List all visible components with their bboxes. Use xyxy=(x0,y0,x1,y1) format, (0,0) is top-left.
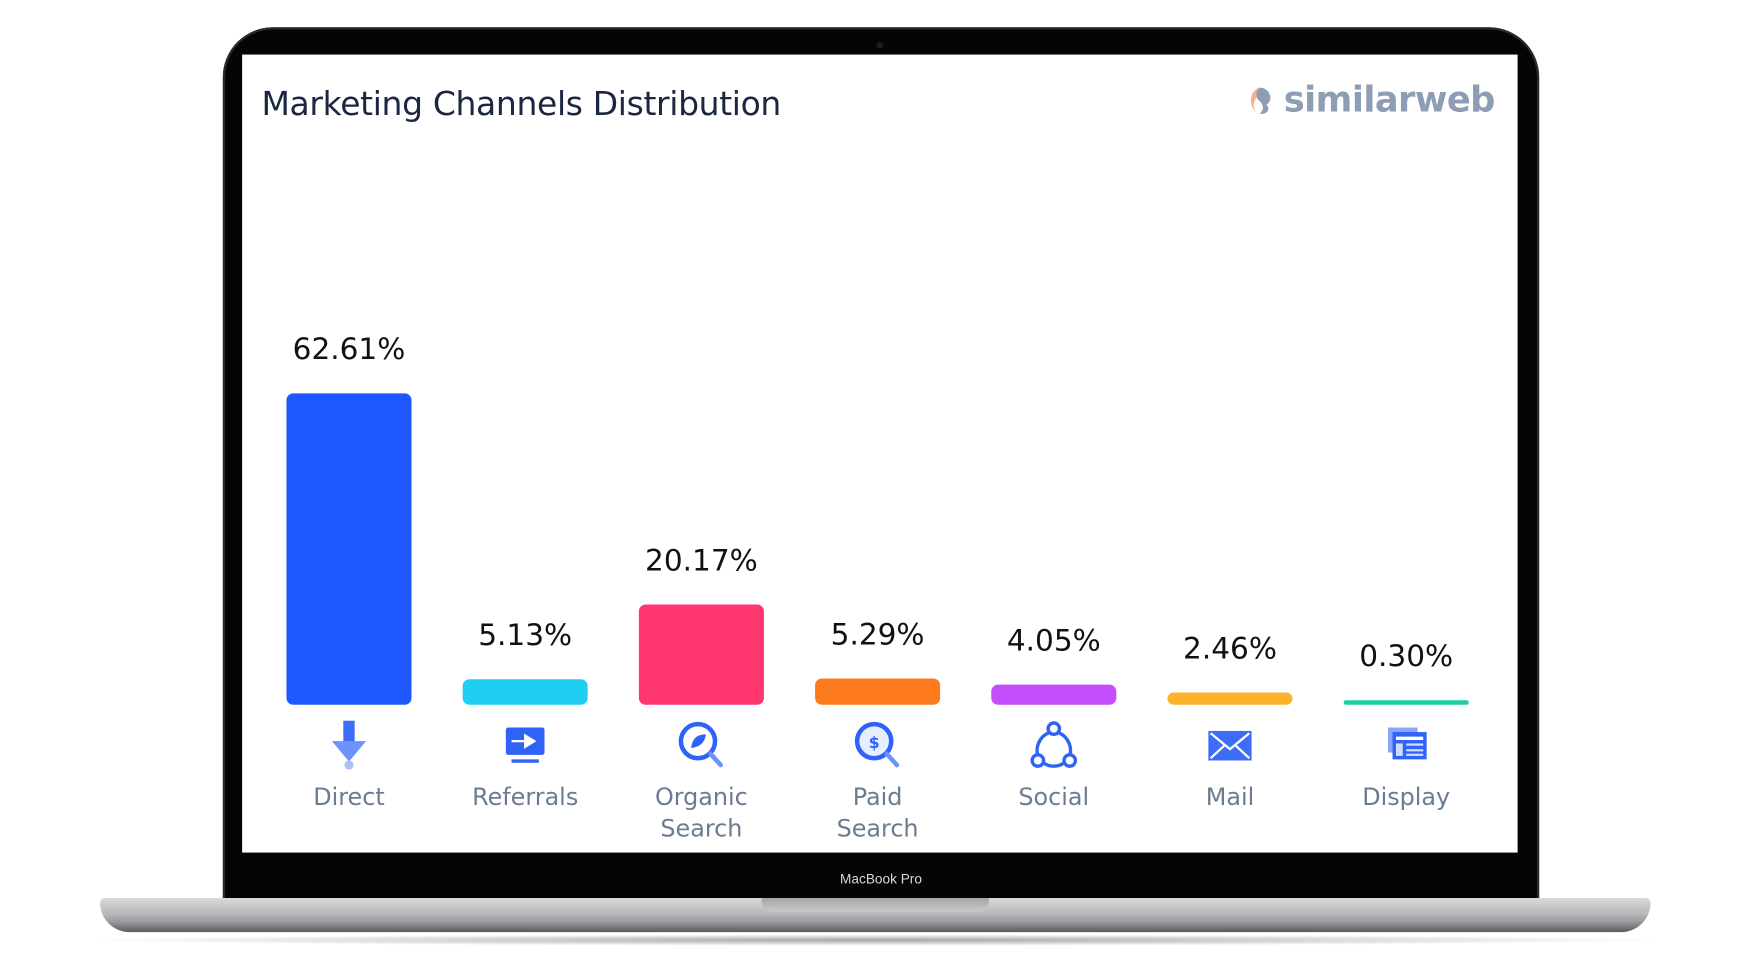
svg-text:$: $ xyxy=(869,733,880,752)
value-label-social: 4.05% xyxy=(1007,624,1101,658)
arrow-down-icon xyxy=(331,720,367,770)
category-label-referrals: Referrals xyxy=(472,783,578,811)
category-label-display: Display xyxy=(1362,783,1450,811)
camera-dot xyxy=(876,42,884,49)
bar-direct xyxy=(286,393,412,705)
bar-referrals xyxy=(462,679,588,705)
laptop-mockup: Marketing Channels Distribution similarw… xyxy=(0,0,1762,969)
device-label: MacBook Pro xyxy=(840,870,922,887)
bar-organic-search xyxy=(638,604,764,705)
bar-paid-search xyxy=(815,678,941,705)
display-ad-icon xyxy=(1387,727,1427,760)
value-label-organic-search: 20.17% xyxy=(645,543,758,577)
category-label-direct: Direct xyxy=(313,783,384,811)
social-share-icon xyxy=(1030,721,1078,768)
value-label-referrals: 5.13% xyxy=(478,618,572,652)
category-label-organic-search: Search xyxy=(660,815,742,843)
value-label-direct: 62.61% xyxy=(293,332,406,366)
referral-monitor-icon xyxy=(505,727,545,763)
bar-display xyxy=(1343,700,1469,705)
value-label-display: 0.30% xyxy=(1359,639,1453,673)
mail-envelope-icon xyxy=(1208,730,1252,761)
bar-chart: 62.61% Direct 5.13% Referrals 20.17% Organic S… xyxy=(286,332,1469,843)
bar-social xyxy=(991,684,1117,705)
screen: Marketing Channels Distribution similarw… xyxy=(242,54,1518,853)
value-label-mail: 2.46% xyxy=(1183,631,1277,665)
category-label-paid-search: Search xyxy=(837,815,919,843)
value-label-paid-search: 5.29% xyxy=(831,617,925,651)
organic-search-icon xyxy=(678,721,723,768)
laptop-shadow xyxy=(79,934,1672,946)
laptop-notch xyxy=(761,898,989,912)
category-label-organic-search: Organic xyxy=(655,783,748,811)
category-label-paid-search: Paid xyxy=(853,783,903,811)
category-label-social: Social xyxy=(1018,783,1089,811)
category-label-mail: Mail xyxy=(1206,783,1254,811)
bar-mail xyxy=(1167,692,1293,705)
paid-search-icon: $ xyxy=(854,721,900,768)
